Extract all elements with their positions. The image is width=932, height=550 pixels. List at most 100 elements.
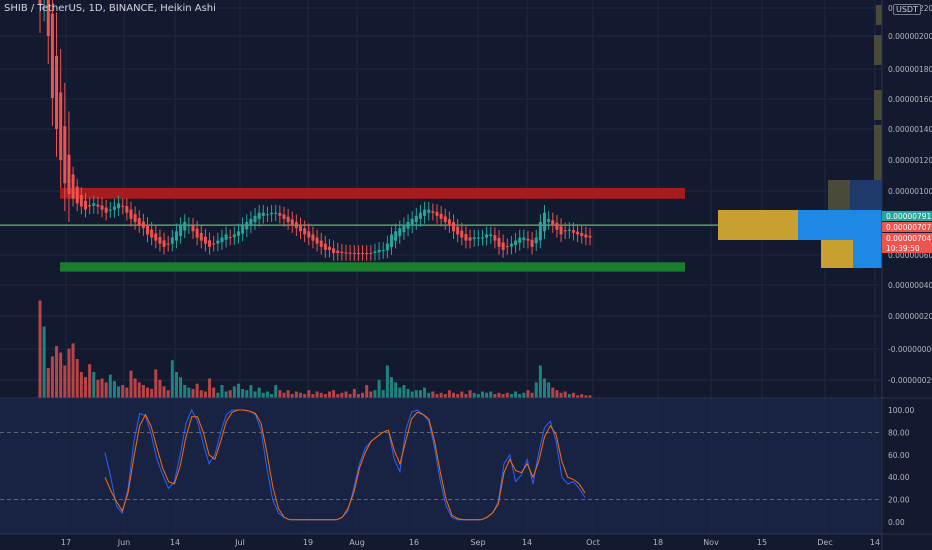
candle-body	[559, 226, 563, 235]
volume-profile-bar	[874, 35, 882, 65]
candle-body	[75, 186, 79, 204]
candle-body	[170, 237, 174, 244]
volume-profile-bar	[876, 5, 882, 25]
volume-profile-bar	[874, 90, 882, 120]
volume-profile-bar	[853, 240, 882, 268]
candle-body	[162, 240, 166, 247]
candle-body	[588, 235, 592, 238]
candle-body	[443, 216, 447, 222]
volume-bar	[133, 378, 137, 398]
volume-bar	[460, 391, 464, 398]
volume-profile-bar	[850, 180, 882, 210]
x-tick-label: 14	[170, 538, 180, 547]
candle-body	[476, 237, 480, 239]
candle-body	[551, 220, 555, 226]
candle-body	[576, 231, 580, 235]
volume-bar	[468, 390, 472, 398]
volume-bar	[232, 386, 236, 398]
candle-body	[55, 55, 59, 129]
volume-bar	[294, 391, 298, 398]
candle-body	[265, 214, 269, 216]
candle-body	[543, 212, 547, 232]
volume-bar	[530, 392, 534, 398]
volume-bar	[493, 394, 497, 398]
volume-bar	[216, 392, 220, 398]
volume-bar	[427, 392, 431, 398]
y-tick-label: -0.00000000	[888, 345, 932, 354]
candle-body	[373, 251, 377, 253]
volume-bar	[555, 390, 559, 398]
volume-bar	[563, 391, 567, 398]
candle-body	[241, 225, 245, 234]
x-tick-label: 14	[870, 538, 880, 547]
x-tick-label: 18	[653, 538, 663, 547]
volume-bar	[187, 387, 191, 398]
candle-body	[261, 212, 265, 216]
candle-body	[526, 238, 530, 241]
volume-bar	[439, 392, 443, 398]
candle-body	[245, 222, 249, 230]
volume-bar	[253, 391, 257, 398]
volume-bar	[96, 379, 100, 398]
candle-body	[427, 209, 431, 213]
stoch-tick-label: 20.00	[888, 496, 910, 505]
volume-bar	[315, 391, 319, 398]
candle-body	[518, 237, 522, 243]
x-tick-label: Dec	[817, 538, 832, 547]
volume-bar	[509, 394, 513, 398]
candle-body	[286, 216, 290, 222]
volume-bar	[104, 382, 108, 398]
candle-body	[381, 249, 385, 252]
candle-body	[480, 237, 484, 239]
volume-bar	[59, 352, 63, 398]
candle-body	[125, 206, 129, 213]
candle-body	[410, 218, 414, 226]
y-tick-label: -0.000000200	[888, 376, 932, 385]
volume-bar	[377, 379, 381, 398]
candle-body	[352, 252, 356, 254]
candle-body	[290, 219, 294, 226]
symbol-title: SHIB / TetherUS, 1D, BINANCE, Heikin Ash…	[4, 3, 216, 14]
candle-body	[59, 92, 63, 160]
candle-body	[464, 234, 468, 241]
candle-body	[336, 250, 340, 253]
candle-body	[199, 232, 203, 241]
candle-body	[452, 222, 456, 232]
candle-body	[228, 237, 232, 239]
candle-body	[179, 225, 183, 236]
candle-body	[571, 230, 575, 233]
candle-body	[174, 231, 178, 241]
volume-bar	[257, 387, 261, 398]
y-tick-label: 0.000001600	[888, 95, 932, 104]
candle-body	[489, 234, 493, 237]
candle-body	[100, 205, 104, 210]
volume-bar	[100, 378, 104, 398]
volume-profile-bar	[821, 240, 853, 268]
currency-button[interactable]: USDT	[893, 4, 921, 15]
volume-bar	[241, 388, 245, 398]
volume-bar	[423, 387, 427, 398]
candle-body	[418, 212, 422, 219]
volume-bar	[129, 370, 133, 398]
volume-bar	[501, 394, 505, 398]
candle-body	[133, 214, 137, 222]
volume-bar	[79, 372, 83, 398]
candle-body	[137, 218, 141, 226]
candle-body	[224, 234, 228, 240]
volume-bar	[580, 394, 584, 398]
volume-bar	[63, 365, 67, 398]
volume-bar	[203, 391, 207, 398]
candle-body	[203, 236, 207, 244]
volume-bar	[385, 365, 389, 398]
candle-body	[327, 246, 331, 250]
volume-bar	[452, 392, 456, 398]
volume-bar	[42, 326, 46, 398]
volume-bar	[112, 381, 116, 398]
volume-bar	[398, 387, 402, 398]
volume-bar	[278, 390, 282, 398]
price-label: 0.00000791	[886, 212, 932, 221]
volume-bar	[394, 382, 398, 398]
candle-body	[402, 225, 406, 233]
candle-body	[195, 228, 199, 238]
candle-body	[232, 234, 236, 238]
